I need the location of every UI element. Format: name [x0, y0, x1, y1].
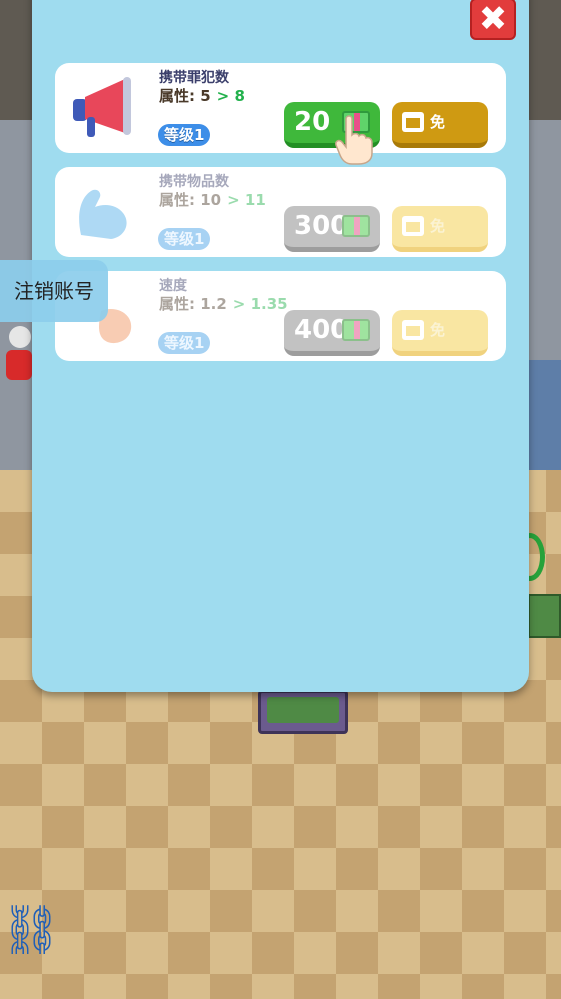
- money-cart: [258, 690, 348, 734]
- cash-icon: [342, 319, 370, 341]
- attribute-current: 属性: 1.2: [159, 295, 227, 313]
- attribute-next: > 8: [216, 87, 245, 105]
- upgrade-attribute: 属性: 5 > 8: [159, 85, 245, 106]
- level-badge: 等级1: [158, 332, 211, 354]
- upgrade-title: 速度: [159, 278, 187, 294]
- cash-icon: [342, 215, 370, 237]
- level-badge: 等级1: [158, 124, 211, 146]
- buy-button[interactable]: 300: [284, 206, 380, 252]
- attribute-current: 属性: 10: [159, 191, 222, 209]
- logout-account-button[interactable]: 注销账号: [0, 260, 108, 322]
- buy-button[interactable]: 400: [284, 310, 380, 356]
- attribute-next: > 11: [227, 191, 266, 209]
- free-label: 免: [430, 113, 446, 131]
- price-label: 300: [294, 211, 349, 241]
- player-character: [6, 326, 34, 386]
- upgrade-card-speed: 速度 属性: 1.2 > 1.35 等级1 400 免: [55, 271, 506, 361]
- video-clapper-icon: [402, 320, 424, 340]
- money-stack: [528, 594, 561, 638]
- megaphone-icon: [73, 77, 131, 137]
- watch-ad-free-button[interactable]: 免: [392, 206, 488, 252]
- attribute-current: 属性: 5: [159, 87, 211, 105]
- muscle-arm-icon: [79, 189, 127, 239]
- close-button[interactable]: ✖: [470, 0, 516, 40]
- watch-ad-free-button[interactable]: 免: [392, 310, 488, 356]
- upgrade-card-carry-items: 携带物品数 属性: 10 > 11 等级1 300 免: [55, 167, 506, 257]
- upgrade-title: 携带物品数: [159, 174, 229, 190]
- upgrade-attribute: 属性: 1.2 > 1.35: [159, 293, 288, 314]
- upgrade-title: 携带罪犯数: [159, 70, 229, 86]
- pointing-hand-icon: [335, 115, 373, 165]
- price-label: 400: [294, 315, 349, 345]
- level-badge: 等级1: [158, 228, 211, 250]
- upgrade-card-carry-criminals: 携带罪犯数 属性: 5 > 8 等级1 20 免: [55, 63, 506, 153]
- free-label: 免: [430, 321, 446, 339]
- handcuffs-icon[interactable]: ⛓: [0, 895, 62, 965]
- free-label: 免: [430, 217, 446, 235]
- video-clapper-icon: [402, 112, 424, 132]
- video-clapper-icon: [402, 216, 424, 236]
- watch-ad-free-button[interactable]: 免: [392, 102, 488, 148]
- upgrade-attribute: 属性: 10 > 11: [159, 189, 266, 210]
- attribute-next: > 1.35: [232, 295, 288, 313]
- price-label: 20: [294, 107, 331, 137]
- close-icon: ✖: [478, 0, 508, 39]
